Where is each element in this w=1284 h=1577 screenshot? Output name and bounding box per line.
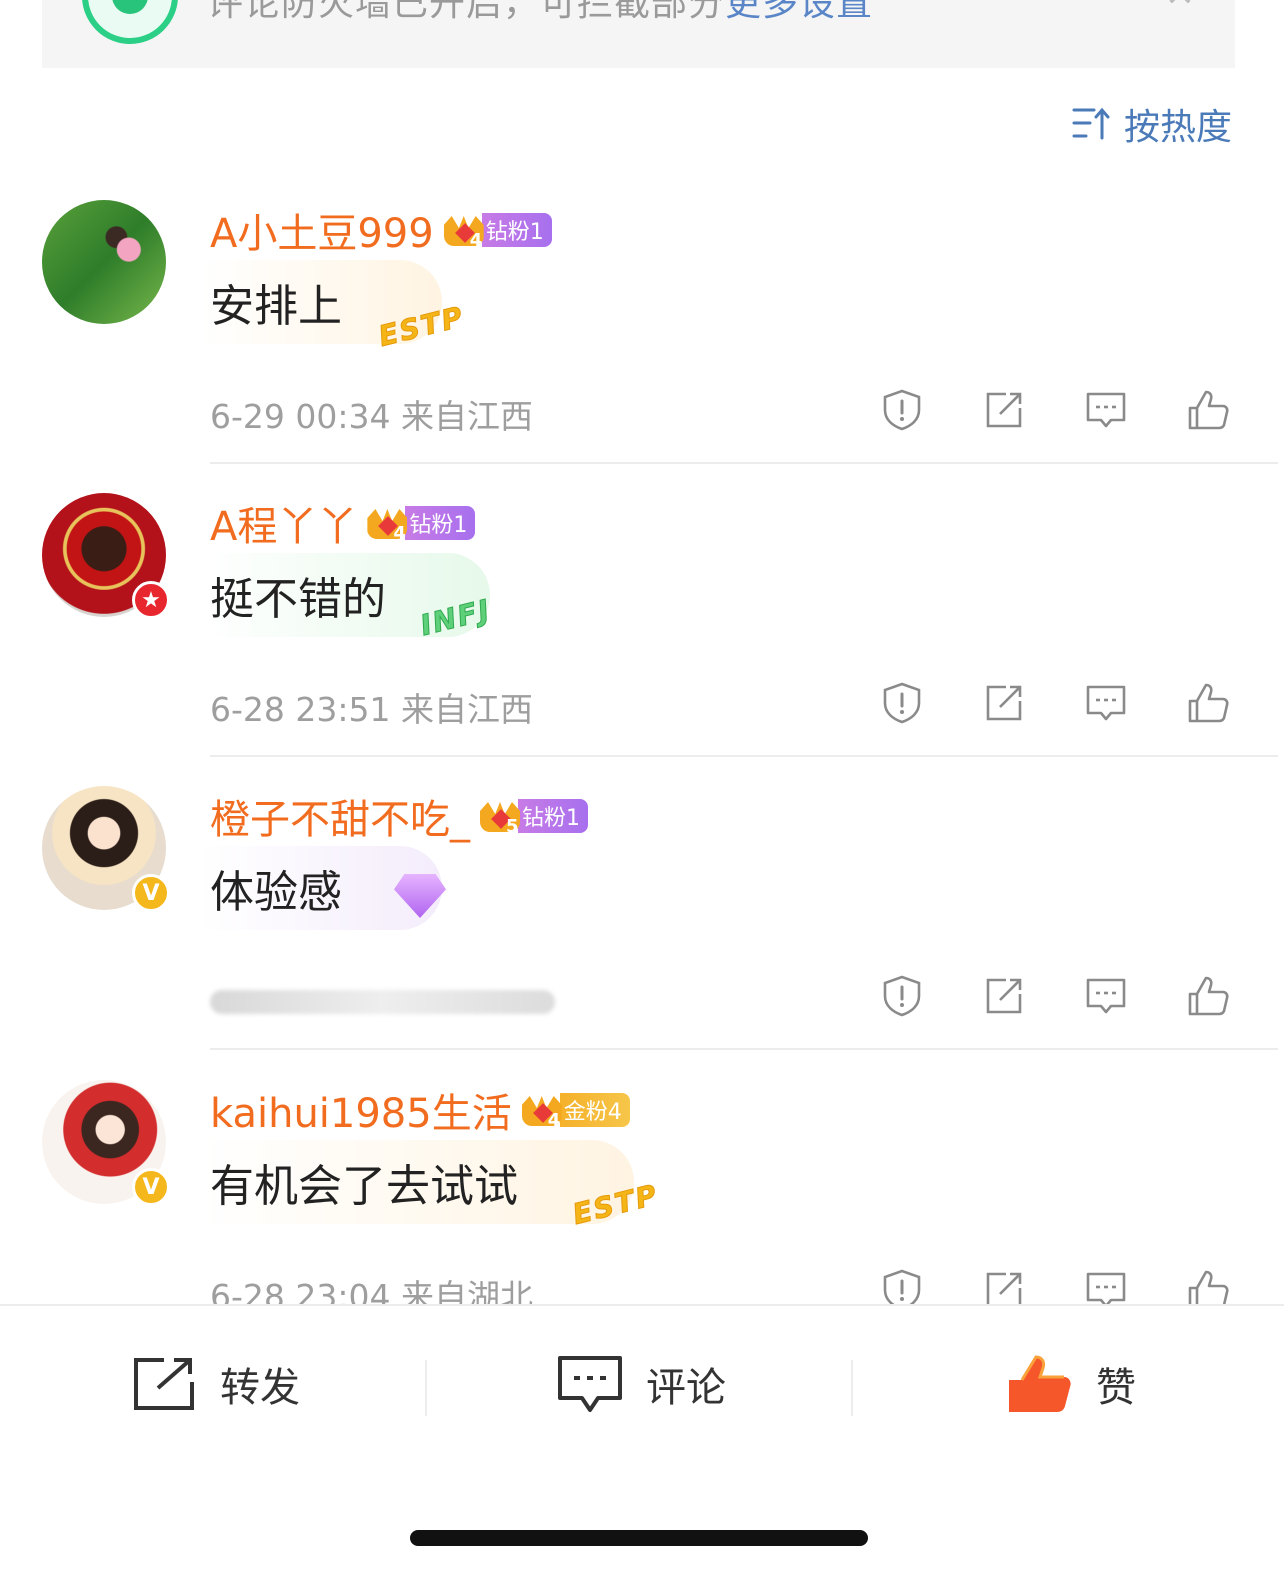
divider	[210, 462, 1278, 464]
comment-meta: 6-29 00:34 来自江西	[210, 397, 533, 436]
verified-badge-icon: V	[132, 874, 170, 912]
comment-item: ★ A程丫丫 4 钻粉1 挺不错的 INFJ 6-28 23:51 来自江西	[0, 493, 1284, 786]
username[interactable]: kaihui1985生活	[210, 1081, 512, 1139]
comment-text: 有机会了去试试	[210, 1161, 518, 1212]
thumbs-up-icon	[1009, 1355, 1071, 1412]
divider	[210, 1048, 1278, 1050]
username[interactable]: 橙子不甜不吃_	[210, 787, 470, 845]
bottom-action-bar: 转发 评论 赞	[0, 1304, 1284, 1577]
fan-label: 钻粉1	[518, 799, 588, 833]
fan-level: 4	[547, 1110, 561, 1131]
comment-button[interactable]: 评论	[556, 1354, 726, 1414]
crown-icon: 4	[443, 210, 488, 251]
reply-icon[interactable]	[1084, 1268, 1128, 1304]
fan-label: 金粉4	[559, 1093, 630, 1127]
avatar[interactable]: V	[42, 1080, 170, 1206]
sort-by-hot-button[interactable]: 按热度	[1072, 98, 1232, 150]
avatar-image	[42, 200, 166, 324]
repost-button[interactable]: 转发	[130, 1354, 300, 1414]
divider	[210, 755, 1278, 757]
comment-bubble: 安排上 ESTP	[200, 260, 468, 354]
mbti-tag: INFJ	[417, 592, 495, 643]
sort-icon	[1072, 107, 1110, 140]
comment-item: A小土豆999 4 钻粉1 安排上 ESTP 6-29 00:34 来自江西	[0, 200, 1284, 493]
sort-label: 按热度	[1123, 107, 1232, 148]
comment-actions	[880, 388, 1230, 432]
fan-badge[interactable]: 5 钻粉1	[480, 796, 588, 837]
comment-item: V 橙子不甜不吃_ 5 钻粉1 体验感	[0, 786, 1284, 1079]
diamond-icon	[394, 874, 446, 918]
verified-badge-icon: ★	[132, 581, 170, 619]
comment-text: 体验感	[210, 867, 342, 918]
comment-actions	[880, 1268, 1230, 1304]
verified-badge-icon: V	[132, 1168, 170, 1206]
notice-message: 评论防火墙已开启，可拦截部分	[207, 0, 726, 24]
comment-meta-blurred	[210, 990, 555, 1014]
report-icon[interactable]	[880, 681, 924, 725]
comment-bubble: 挺不错的 INFJ	[200, 553, 495, 643]
comment-label: 评论	[646, 1365, 726, 1411]
firewall-notice: 评论防火墙已开启，可拦截部分更多设置 ✕	[42, 0, 1235, 68]
repost-icon[interactable]	[982, 1268, 1026, 1304]
like-label: 赞	[1096, 1365, 1136, 1411]
comment-text: 安排上	[210, 281, 342, 332]
reply-icon[interactable]	[1084, 388, 1128, 432]
username[interactable]: A程丫丫	[210, 494, 357, 552]
comment-icon	[558, 1356, 622, 1412]
repost-icon[interactable]	[982, 388, 1026, 432]
repost-icon[interactable]	[982, 681, 1026, 725]
fan-badge[interactable]: 4 金粉4	[521, 1090, 630, 1131]
reply-icon[interactable]	[1084, 974, 1128, 1018]
divider	[851, 1360, 853, 1416]
report-icon[interactable]	[880, 388, 924, 432]
avatar[interactable]	[42, 200, 166, 324]
mbti-tag: ESTP	[569, 1177, 662, 1232]
close-icon[interactable]: ✕	[1165, 0, 1195, 15]
comment-item: V kaihui1985生活 4 金粉4 有机会了去试试 ESTP 6-28 2…	[0, 1080, 1284, 1304]
reply-icon[interactable]	[1084, 681, 1128, 725]
comment-bubble: 有机会了去试试 ESTP	[200, 1140, 662, 1232]
like-button[interactable]: 赞	[1006, 1354, 1136, 1414]
report-icon[interactable]	[880, 1268, 924, 1304]
comment-meta: 6-28 23:51 来自江西	[210, 690, 533, 729]
notice-settings-link[interactable]: 更多设置	[725, 0, 873, 24]
like-icon[interactable]	[1186, 974, 1230, 1018]
like-icon[interactable]	[1186, 681, 1230, 725]
fan-label: 钻粉1	[481, 213, 552, 247]
comment-bubble: 体验感	[200, 846, 446, 930]
comment-actions	[880, 681, 1230, 725]
fan-label: 钻粉1	[405, 506, 476, 540]
fan-level: 4	[469, 230, 483, 251]
comment-actions	[880, 974, 1230, 1018]
divider	[425, 1360, 427, 1416]
shield-icon	[82, 0, 178, 44]
fan-badge[interactable]: 4 钻粉1	[367, 503, 476, 544]
repost-icon	[134, 1358, 194, 1410]
like-icon[interactable]	[1186, 1268, 1230, 1304]
report-icon[interactable]	[880, 974, 924, 1018]
fan-badge[interactable]: 4 钻粉1	[443, 210, 552, 251]
comment-text: 挺不错的	[210, 574, 386, 625]
crown-icon: 4	[521, 1090, 566, 1131]
fan-level: 4	[393, 523, 406, 544]
crown-icon: 5	[480, 796, 524, 837]
avatar[interactable]: V	[42, 786, 170, 912]
repost-icon[interactable]	[982, 974, 1026, 1018]
comment-meta: 6-28 23:04 来自湖北	[210, 1277, 533, 1304]
crown-icon: 4	[367, 503, 411, 544]
notice-text: 评论防火墙已开启，可拦截部分更多设置	[207, 0, 873, 26]
fan-level: 5	[506, 816, 519, 837]
avatar[interactable]: ★	[42, 493, 170, 619]
repost-label: 转发	[220, 1365, 300, 1411]
like-icon[interactable]	[1186, 388, 1230, 432]
home-indicator[interactable]	[410, 1530, 868, 1546]
mbti-tag: ESTP	[375, 299, 468, 354]
username[interactable]: A小土豆999	[210, 201, 434, 259]
